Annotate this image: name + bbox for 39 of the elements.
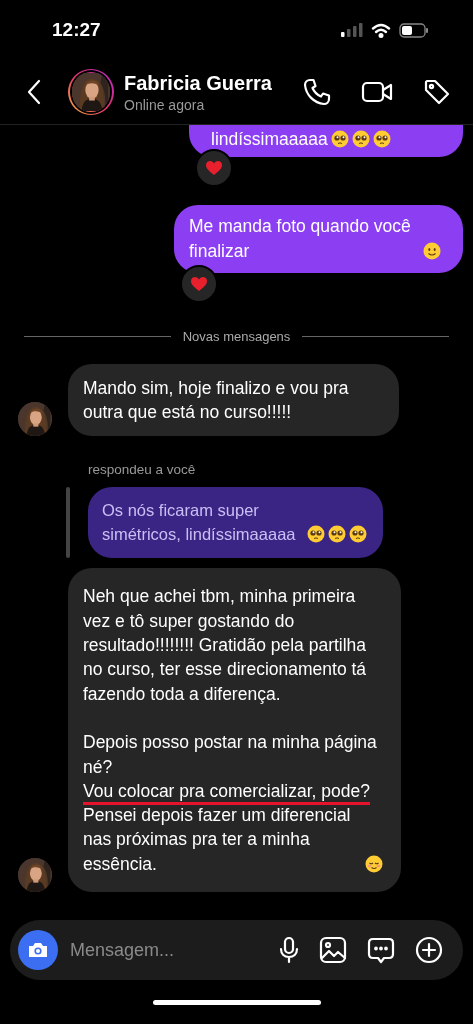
pleading-face-icon: [349, 525, 367, 544]
message-text: Mando sim, hoje finalizo e vou pra outra que está no curso!!!!!: [83, 376, 350, 425]
battery-icon: [399, 22, 429, 38]
chat-bubble-icon[interactable]: [367, 936, 395, 964]
pleading-face-icon: [307, 525, 325, 544]
message-text: Me manda foto quando você finalizar: [189, 215, 412, 263]
story-ring[interactable]: [68, 69, 114, 115]
message-text: Depois posso postar na minha página né?: [83, 731, 378, 779]
microphone-icon[interactable]: [279, 936, 299, 964]
message-text: Vou colocar pra comercializar, pode?: [83, 779, 371, 803]
message-text: Neh que achei tbm, minha primeira vez e tô super gostando do resultado!!!!!!!! Gratidão pela partilha no curso, ter esse direcionamento tá fazendo toda a diferença.: [83, 585, 368, 706]
reply-label: respondeu a você: [88, 462, 197, 478]
wifi-icon: [371, 22, 391, 38]
camera-button[interactable]: [18, 930, 58, 970]
message-text: Os nós ficaram super simétricos, lindíssimaaaaa: [102, 500, 297, 546]
video-camera-icon[interactable]: [361, 79, 393, 105]
home-indicator[interactable]: [152, 999, 321, 1005]
message-text: Pensei depois fazer um diferencial nas próximas pra ter a minha essência.: [83, 804, 352, 876]
message-field[interactable]: Mensagem...: [68, 938, 279, 962]
clock-time: 12:27: [52, 19, 101, 41]
pleading-face-icon: [328, 525, 346, 544]
pleading-face-icon: [330, 130, 349, 149]
tag-icon[interactable]: [423, 78, 451, 106]
camera-icon: [27, 941, 49, 959]
heart-icon: [205, 160, 223, 177]
plus-icon[interactable]: [415, 936, 443, 964]
pleading-face-icon: [372, 130, 391, 149]
online-status: Online agora: [124, 96, 206, 113]
smiley-icon: [423, 241, 441, 260]
contact-name: Fabricia Guerra: [124, 71, 273, 95]
message-text: lindíssimaaaaa: [211, 128, 328, 151]
heart-icon: [190, 275, 208, 292]
back-icon[interactable]: [26, 79, 42, 105]
image-icon[interactable]: [319, 936, 347, 964]
phone-icon[interactable]: [303, 78, 331, 106]
divider-label: Novas mensagens: [182, 328, 291, 344]
signal-icon: [341, 23, 363, 37]
pleading-face-icon: [351, 130, 370, 149]
blushing-face-icon: [365, 855, 383, 874]
